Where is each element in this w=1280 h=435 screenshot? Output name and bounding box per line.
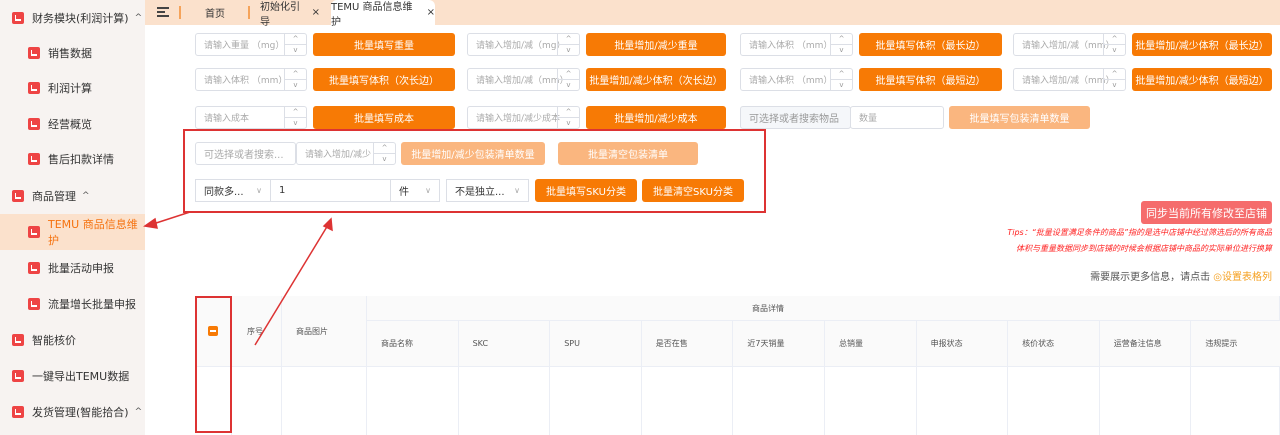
arrowhead [143, 217, 158, 229]
annotation-arrows [143, 211, 333, 346]
arrow-to-form-box [254, 224, 329, 346]
